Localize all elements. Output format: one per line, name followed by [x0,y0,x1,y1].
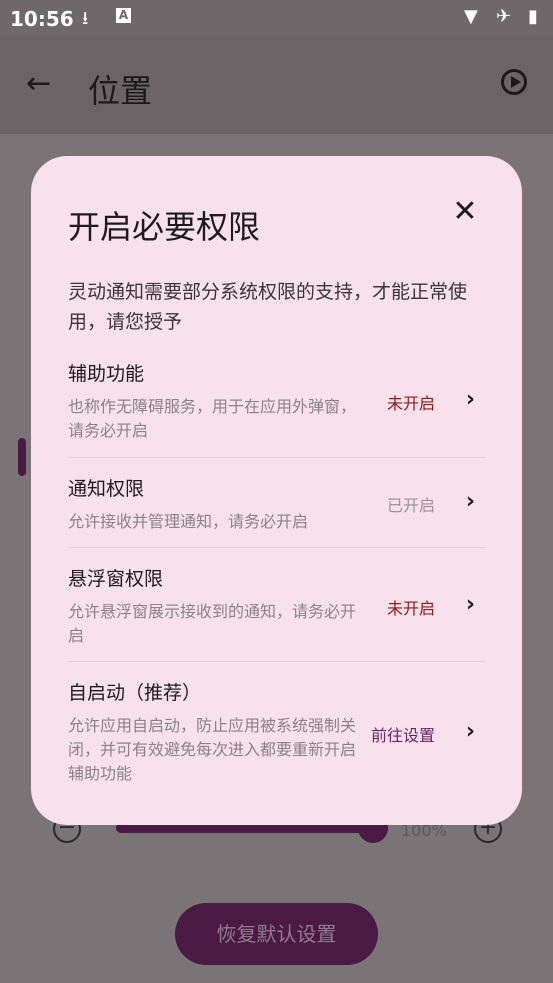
permission-name: 通知权限 [68,478,145,500]
play-icon[interactable] [501,69,527,95]
permission-description: 也称作无障碍服务，用于在应用外弹窗，请务必开启 [68,397,357,440]
permission-status: 前往设置 [370,726,435,745]
permission-item-accessibility[interactable]: 辅助功能 也称作无障碍服务，用于在应用外弹窗，请务必开启 未开启 › [68,359,485,449]
permission-item-overlay[interactable]: 悬浮窗权限 允许悬浮窗展示接收到的通知，请务必开启 未开启 › [68,564,485,654]
close-icon[interactable]: ✕ [449,196,481,228]
status-bar: 10:56 ⭳ A ▼ ✈ ▮ [0,0,553,36]
permission-status: 未开启 [386,394,435,413]
app-a-icon: A [116,8,131,23]
download-icon: ⭳ [82,8,89,29]
app-bar: ← 位置 [0,36,553,134]
dialog-title: 开启必要权限 [68,208,261,246]
chevron-right-icon: › [465,387,475,412]
permission-name: 自启动（推荐） [68,682,202,704]
divider [68,457,485,458]
permission-name: 悬浮窗权限 [68,568,164,590]
status-time: 10:56 [10,7,74,31]
battery-icon: ▮ [528,6,538,27]
chevron-right-icon: › [465,719,475,744]
permission-item-autostart[interactable]: 自启动（推荐） 允许应用自启动，防止应用被系统强制关闭，并可有效避免每次进入都要… [68,678,485,798]
permission-name: 辅助功能 [68,363,145,385]
scroll-handle[interactable] [18,438,26,476]
permission-status: 已开启 [386,496,435,515]
divider [68,547,485,548]
reset-button[interactable]: 恢复默认设置 [175,903,378,965]
back-arrow-icon[interactable]: ← [26,66,51,101]
chevron-right-icon: › [465,592,475,617]
permission-description: 允许接收并管理通知，请务必开启 [68,512,309,531]
divider [68,661,485,662]
dialog-description: 灵动通知需要部分系统权限的支持，才能正常使用，请您授予 [68,281,468,333]
permission-description: 允许应用自启动，防止应用被系统强制关闭，并可有效避免每次进入都要重新开启辅助功能 [68,716,357,783]
permission-status: 未开启 [386,599,435,618]
permission-dialog: 开启必要权限 ✕ 灵动通知需要部分系统权限的支持，才能正常使用，请您授予 辅助功… [31,156,522,825]
page-title: 位置 [88,72,153,110]
permission-description: 允许悬浮窗展示接收到的通知，请务必开启 [68,602,357,645]
airplane-icon: ✈ [496,6,512,27]
chevron-right-icon: › [465,489,475,514]
permission-item-notification[interactable]: 通知权限 允许接收并管理通知，请务必开启 已开启 › [68,474,485,544]
wifi-icon: ▼ [464,6,478,27]
